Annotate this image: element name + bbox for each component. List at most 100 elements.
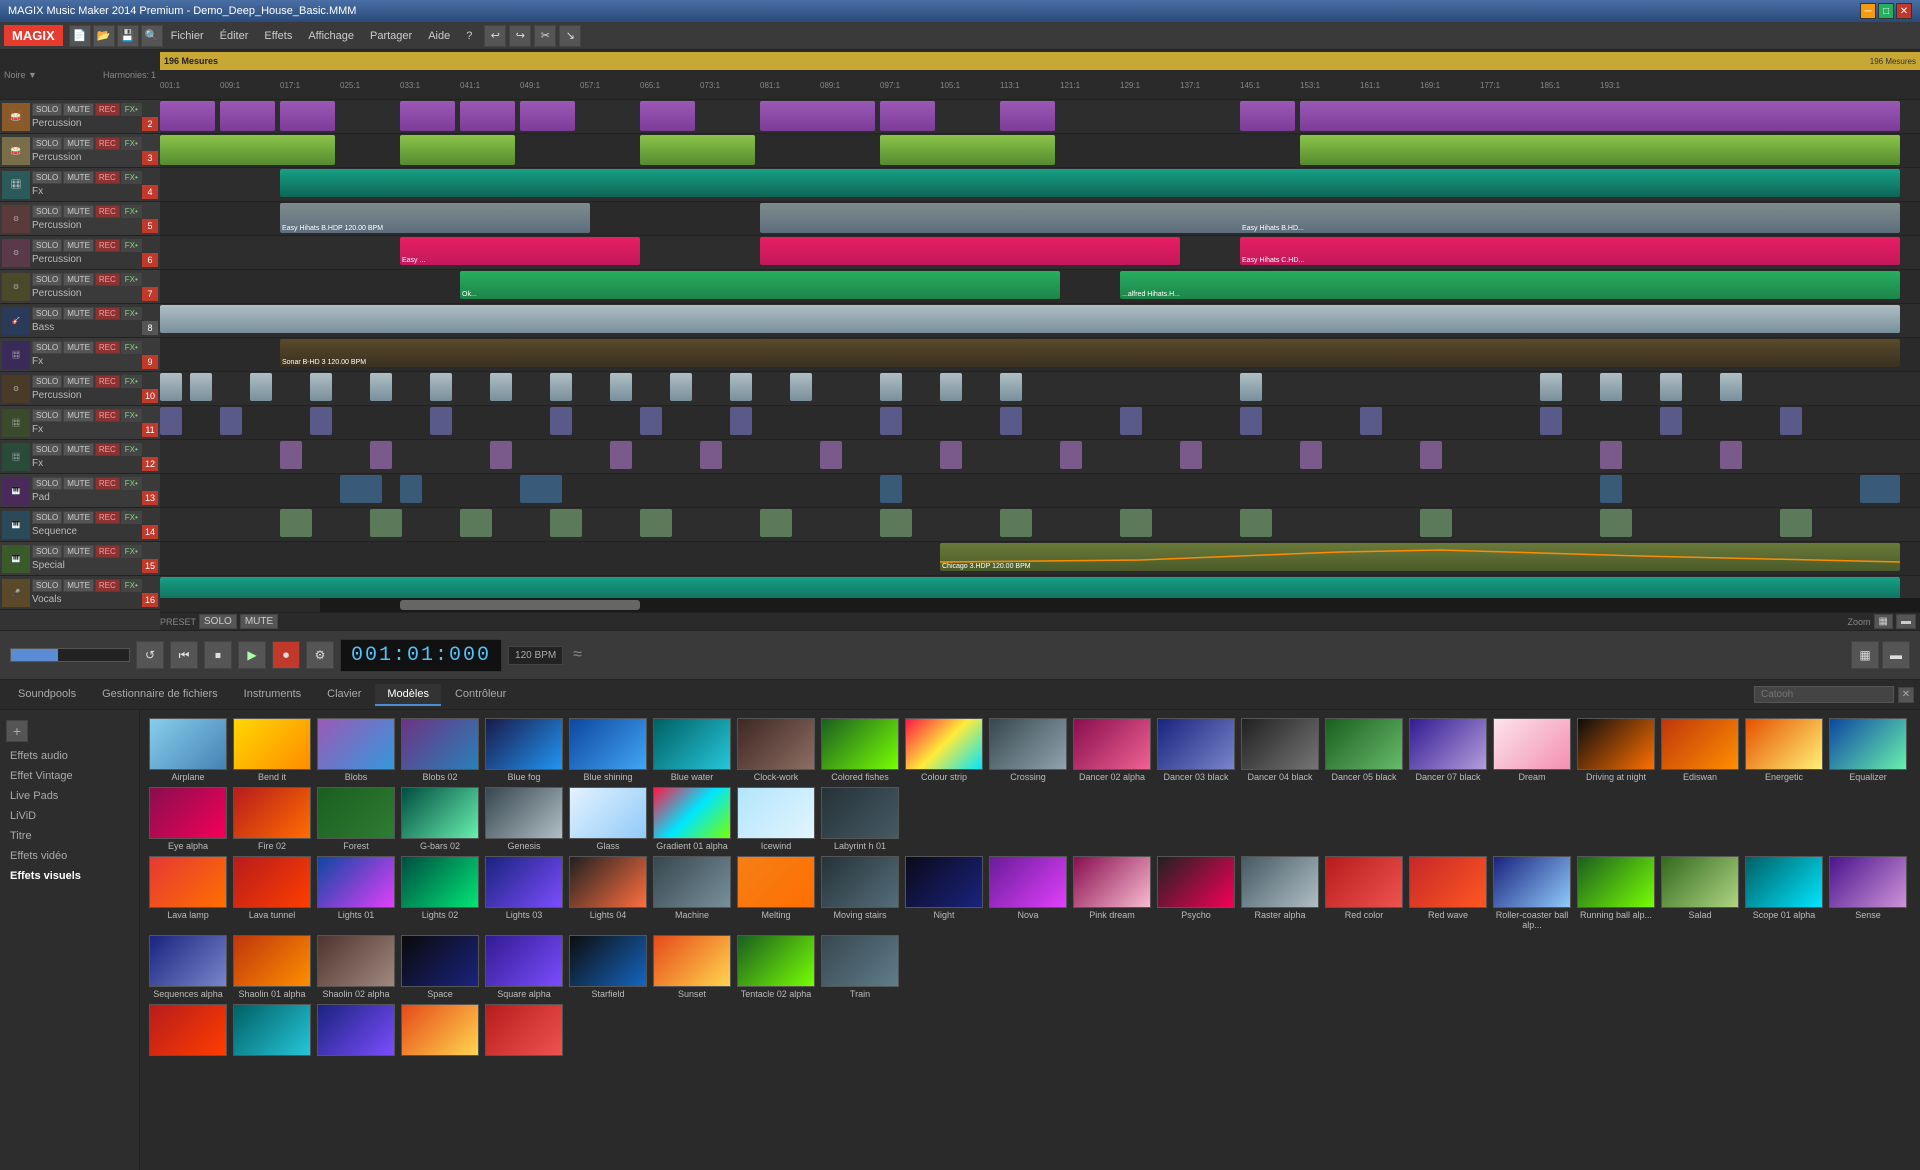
block-11-4[interactable] [430, 407, 452, 435]
rec-btn-4[interactable]: REC [95, 171, 120, 184]
play-button[interactable]: ▶ [238, 641, 266, 669]
media-item-tentacle-02-alpha[interactable]: Tentacle 02 alpha [736, 935, 816, 1000]
new-icon[interactable]: 📄 [69, 25, 91, 47]
block-10-13[interactable] [880, 373, 902, 401]
media-item-night[interactable]: Night [904, 856, 984, 932]
media-item-psycho[interactable]: Psycho [1156, 856, 1236, 932]
block-14-4[interactable] [550, 509, 582, 537]
close-button[interactable]: ✕ [1896, 3, 1912, 19]
block-12-5[interactable] [700, 441, 722, 469]
block-12-2[interactable] [370, 441, 392, 469]
block-16-1[interactable] [160, 577, 1900, 598]
block-14-11[interactable] [1420, 509, 1452, 537]
block-14-10[interactable] [1240, 509, 1272, 537]
fx-10[interactable]: FX• [121, 375, 142, 388]
block-10-18[interactable] [1600, 373, 1622, 401]
rec-btn-3[interactable]: REC [95, 137, 120, 150]
block-10-20[interactable] [1720, 373, 1742, 401]
block-10-3[interactable] [250, 373, 272, 401]
media-item-salad[interactable]: Salad [1660, 856, 1740, 932]
media-item-clock-work[interactable]: Clock-work [736, 718, 816, 783]
media-item-red-color[interactable]: Red color [1324, 856, 1404, 932]
block-10-2[interactable] [190, 373, 212, 401]
fx-8[interactable]: FX• [121, 307, 142, 320]
media-item-shaolin-01-alpha[interactable]: Shaolin 01 alpha [232, 935, 312, 1000]
rec-10[interactable]: REC [95, 375, 120, 388]
mute-9[interactable]: MUTE [63, 341, 94, 354]
media-item-eye-alpha[interactable]: Eye alpha [148, 787, 228, 852]
block-2-5[interactable] [460, 101, 515, 131]
scissors-icon[interactable]: ✂ [534, 25, 556, 47]
block-11-7[interactable] [730, 407, 752, 435]
solo-zoom[interactable]: SOLO [199, 614, 237, 629]
sidebar-live-pads[interactable]: Live Pads [0, 786, 139, 806]
block-14-2[interactable] [370, 509, 402, 537]
media-item-fire-02[interactable]: Fire 02 [232, 787, 312, 852]
media-item-driving-at-night[interactable]: Driving at night [1576, 718, 1656, 783]
block-13-4[interactable] [880, 475, 902, 503]
block-11-1[interactable] [160, 407, 182, 435]
block-11-11[interactable] [1240, 407, 1262, 435]
mute-7[interactable]: MUTE [63, 273, 94, 286]
tab-modeles[interactable]: Modèles [375, 684, 441, 706]
block-2-6[interactable] [520, 101, 575, 131]
media-item-dancer-05-black[interactable]: Dancer 05 black [1324, 718, 1404, 783]
fx-6[interactable]: FX• [121, 239, 142, 252]
media-item-dancer-07-black[interactable]: Dancer 07 black [1408, 718, 1488, 783]
solo-6[interactable]: SOLO [32, 239, 62, 252]
sidebar-effet-vintage[interactable]: Effet Vintage [0, 766, 139, 786]
solo-11[interactable]: SOLO [32, 409, 62, 422]
block-3-2[interactable] [400, 135, 515, 165]
media-item-lights-02[interactable]: Lights 02 [400, 856, 480, 932]
tab-soundpools[interactable]: Soundpools [6, 684, 88, 706]
media-item-starfield[interactable]: Starfield [568, 935, 648, 1000]
block-12-11[interactable] [1420, 441, 1442, 469]
tab-clavier[interactable]: Clavier [315, 684, 373, 706]
fx-15[interactable]: FX• [121, 545, 142, 558]
mute-btn-2[interactable]: MUTE [63, 103, 94, 116]
block-14-12[interactable] [1600, 509, 1632, 537]
media-item-forest[interactable]: Forest [316, 787, 396, 852]
media-item-icewind[interactable]: Icewind [736, 787, 816, 852]
media-item-dancer-04-black[interactable]: Dancer 04 black [1240, 718, 1320, 783]
media-item-[interactable] [484, 1004, 564, 1058]
rec-5[interactable]: REC [95, 205, 120, 218]
block-10-16[interactable] [1240, 373, 1262, 401]
media-item-genesis[interactable]: Genesis [484, 787, 564, 852]
mute-14[interactable]: MUTE [63, 511, 94, 524]
menu-effets[interactable]: Effets [256, 27, 300, 45]
tab-gestionnaire[interactable]: Gestionnaire de fichiers [90, 684, 230, 706]
block-12-8[interactable] [1060, 441, 1082, 469]
block-11-2[interactable] [220, 407, 242, 435]
block-3-4[interactable] [880, 135, 1055, 165]
block-10-8[interactable] [550, 373, 572, 401]
block-10-1[interactable] [160, 373, 182, 401]
block-7-2[interactable]: ...alfred Hihats.H... [1120, 271, 1900, 299]
rec-9[interactable]: REC [95, 341, 120, 354]
block-3-big[interactable] [1300, 135, 1900, 165]
mute-zoom[interactable]: MUTE [240, 614, 278, 629]
position-bar[interactable] [10, 648, 130, 662]
media-item-[interactable] [232, 1004, 312, 1058]
search-input[interactable] [1754, 686, 1894, 703]
solo-12[interactable]: SOLO [32, 443, 62, 456]
media-item-[interactable] [316, 1004, 396, 1058]
media-item-shaolin-02-alpha[interactable]: Shaolin 02 alpha [316, 935, 396, 1000]
solo-btn-2[interactable]: SOLO [32, 103, 62, 116]
media-item-equalizer[interactable]: Equalizer [1828, 718, 1908, 783]
rec-15[interactable]: REC [95, 545, 120, 558]
block-10-7[interactable] [490, 373, 512, 401]
media-item-scope-01-alpha[interactable]: Scope 01 alpha [1744, 856, 1824, 932]
media-item-pink-dream[interactable]: Pink dream [1072, 856, 1152, 932]
stop-button[interactable]: ⏹ [204, 641, 232, 669]
add-media-button[interactable]: + [6, 720, 28, 742]
block-14-13[interactable] [1780, 509, 1812, 537]
media-item-running-ball-alp...[interactable]: Running ball alp... [1576, 856, 1656, 932]
rec-12[interactable]: REC [95, 443, 120, 456]
media-item-ediswan[interactable]: Ediswan [1660, 718, 1740, 783]
block-15-1[interactable]: Chicago 3.HDP 120.00 BPM [940, 543, 1900, 571]
rec-8[interactable]: REC [95, 307, 120, 320]
block-12-13[interactable] [1720, 441, 1742, 469]
fx-14[interactable]: FX• [121, 511, 142, 524]
block-10-9[interactable] [610, 373, 632, 401]
